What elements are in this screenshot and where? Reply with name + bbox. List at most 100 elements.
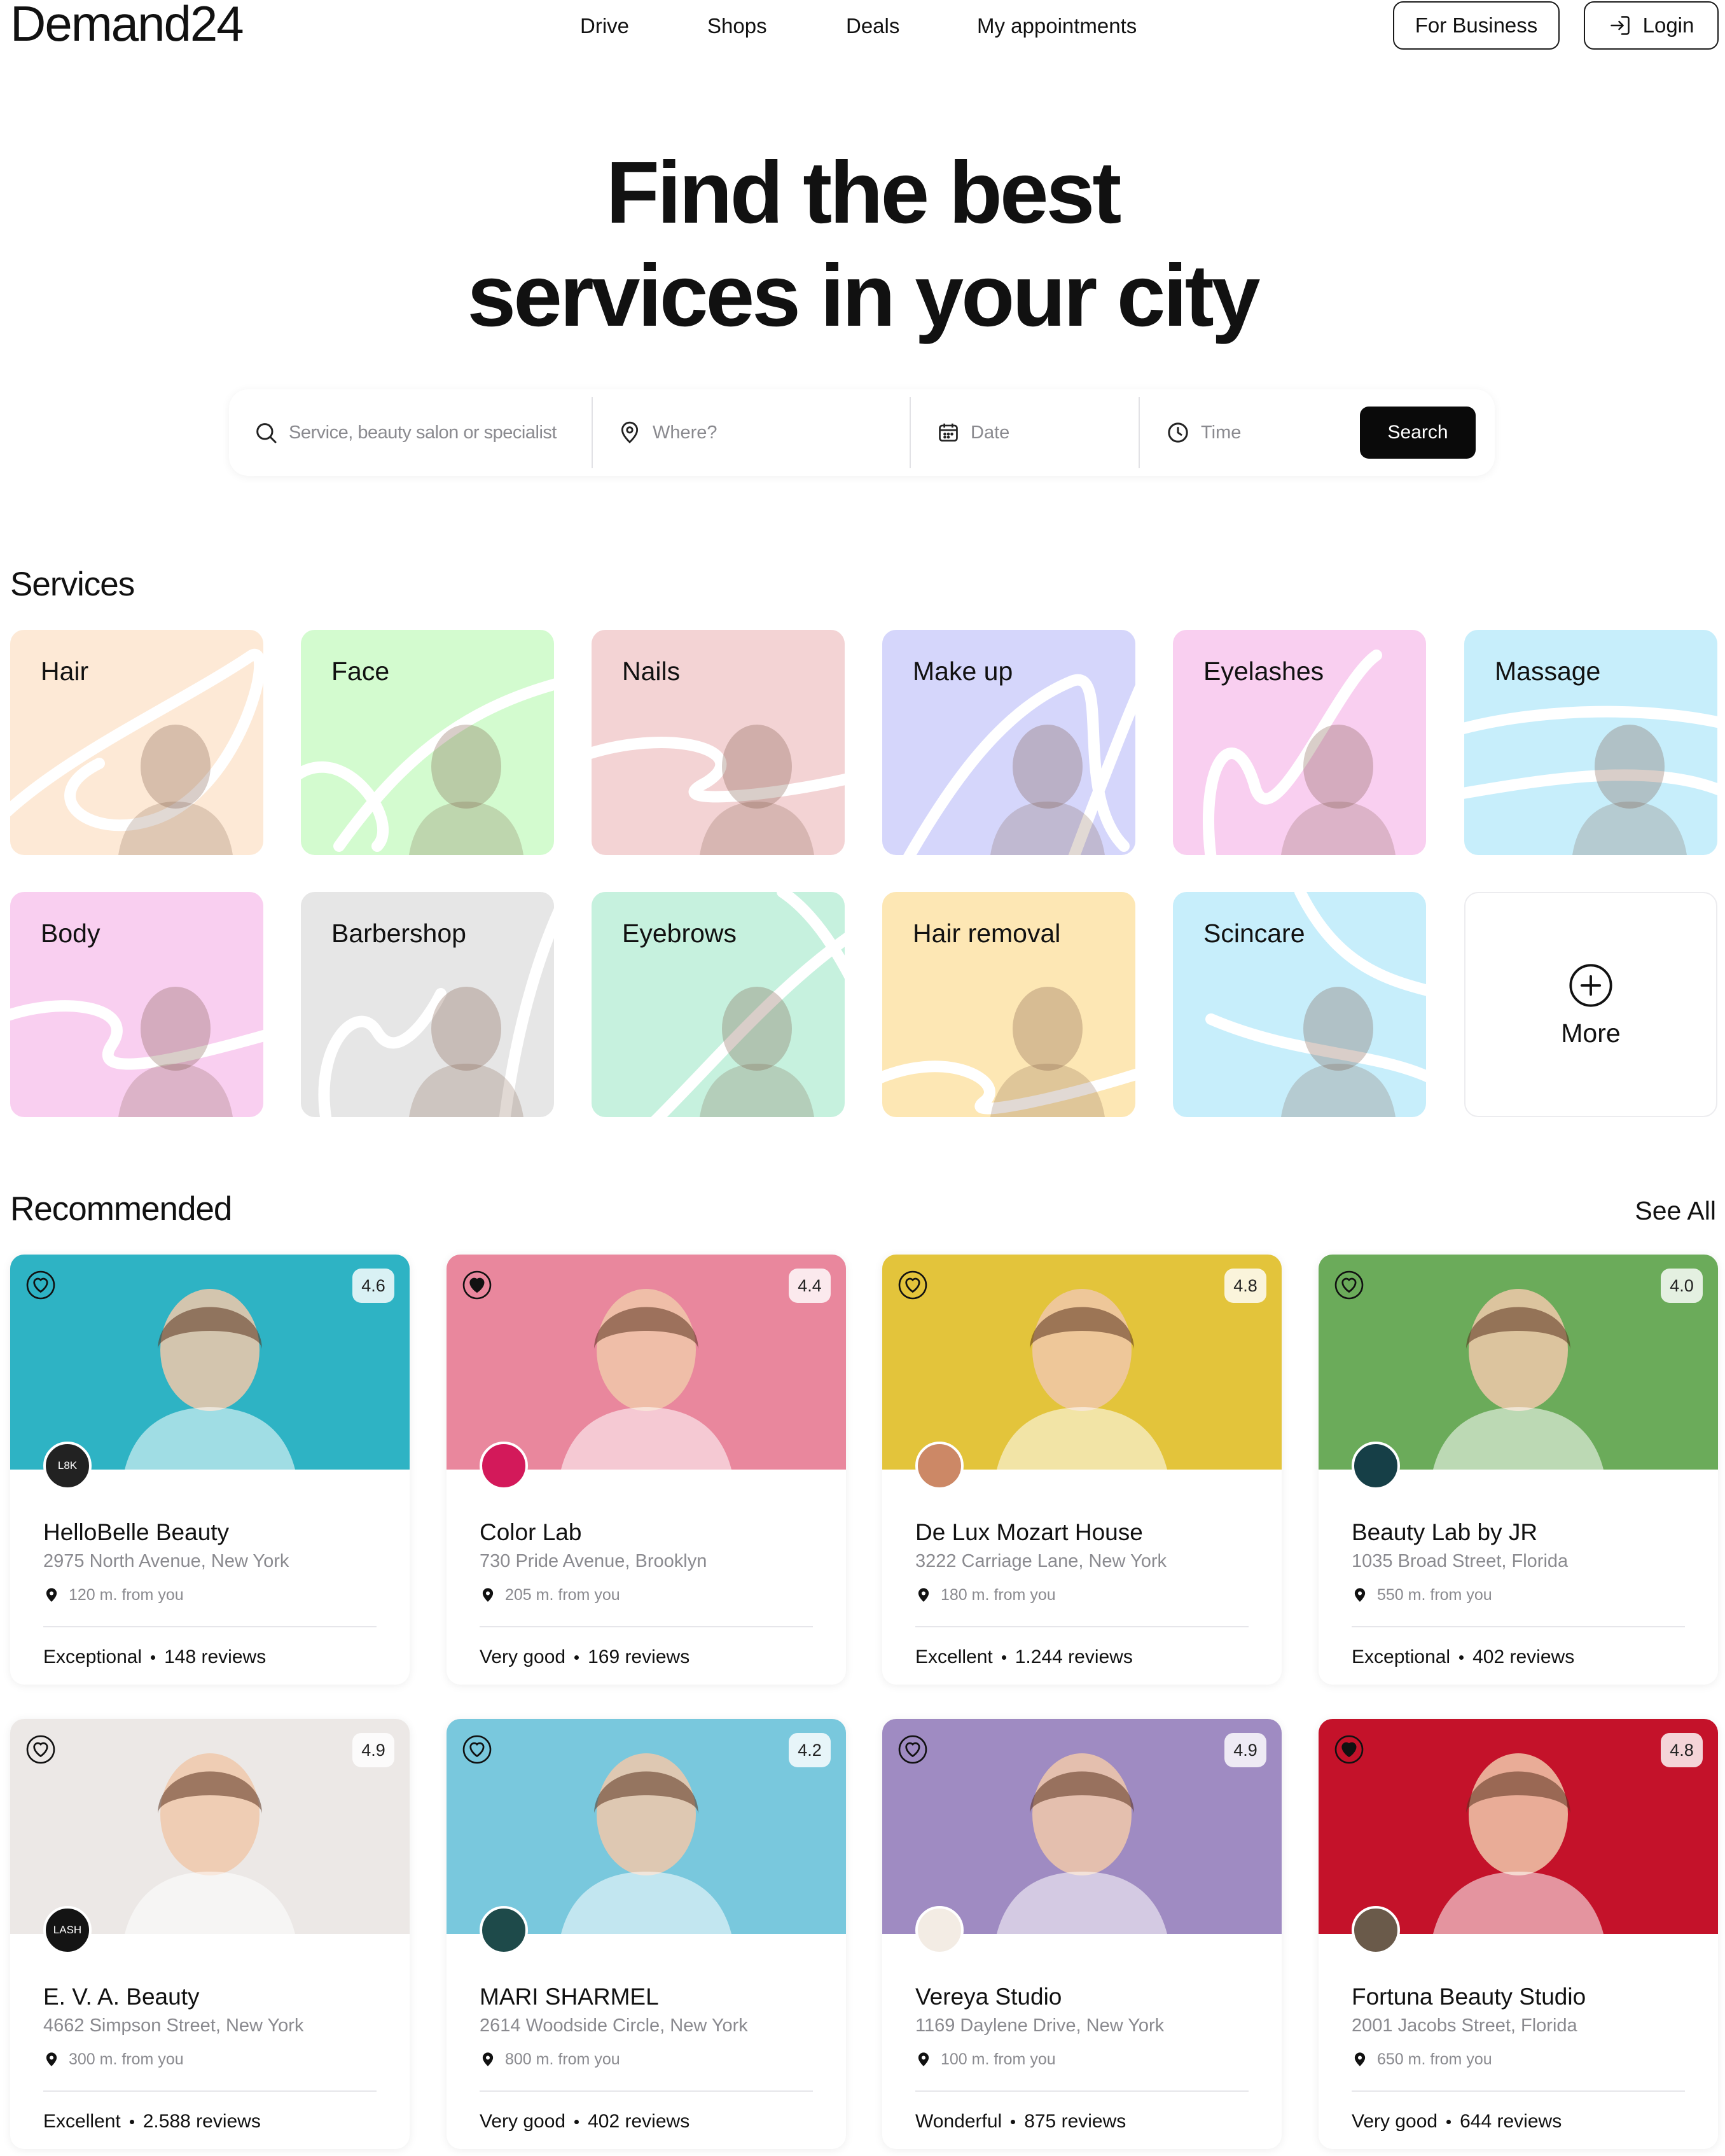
salon-name[interactable]: MARI SHARMEL: [480, 1984, 659, 2010]
salon-name[interactable]: Color Lab: [480, 1519, 581, 1546]
salon-distance: 300 m. from you: [43, 2050, 184, 2069]
review-count[interactable]: 1.244 reviews: [1015, 1646, 1133, 1668]
review-count[interactable]: 2.588 reviews: [143, 2111, 261, 2132]
service-label: Hair: [41, 657, 89, 686]
rating-badge: 4.8: [1224, 1269, 1266, 1303]
service-label: Body: [41, 919, 100, 948]
service-tile-scincare[interactable]: Scincare: [1173, 892, 1426, 1117]
salon-photo[interactable]: [882, 1719, 1282, 1934]
distance-text: 800 m. from you: [505, 2050, 620, 2068]
review-count[interactable]: 875 reviews: [1024, 2111, 1126, 2132]
service-label: Hair removal: [913, 919, 1061, 948]
service-tile-nails[interactable]: Nails: [592, 630, 845, 855]
salon-card[interactable]: 4.8 Fortuna Beauty Studio 2001 Jacobs Stre…: [1319, 1719, 1718, 2149]
salon-photo[interactable]: [10, 1719, 410, 1934]
nav-shops[interactable]: Shops: [707, 14, 767, 38]
salon-card[interactable]: 4.9 Vereya Studio 1169 Daylene Drive, New …: [882, 1719, 1282, 2149]
location-pin-icon: [46, 1588, 57, 1602]
nav-deals[interactable]: Deals: [846, 14, 899, 38]
separator-dot: [1459, 1655, 1464, 1660]
favorite-heart-icon[interactable]: [25, 1270, 56, 1300]
recommended-title: Recommended: [10, 1190, 232, 1228]
favorite-heart-icon[interactable]: [462, 1270, 492, 1300]
location-pin-icon: [621, 421, 639, 443]
service-tile-face[interactable]: Face: [301, 630, 554, 855]
separator-dot: [129, 2119, 134, 2124]
salon-card[interactable]: 4.0 Beauty Lab by JR 1035 Broad Street, Fl…: [1319, 1255, 1718, 1685]
favorite-heart-icon[interactable]: [1334, 1270, 1364, 1300]
favorite-heart-icon[interactable]: [25, 1734, 56, 1765]
salon-photo-image: [1319, 1255, 1718, 1470]
salon-address: 1035 Broad Street, Florida: [1352, 1551, 1569, 1571]
login-label: Login: [1642, 13, 1694, 37]
service-tile-eyelashes[interactable]: Eyelashes: [1173, 630, 1426, 855]
more-services-tile[interactable]: More: [1464, 892, 1717, 1117]
salon-card[interactable]: 4.6 L8K HelloBelle Beauty 2975 North Avenue…: [10, 1255, 410, 1685]
card-divider: [915, 2090, 1249, 2092]
service-tile-barbershop[interactable]: Barbershop: [301, 892, 554, 1117]
salon-name[interactable]: Beauty Lab by JR: [1352, 1519, 1537, 1546]
service-tile-massage[interactable]: Massage: [1464, 630, 1717, 855]
nav-drive[interactable]: Drive: [580, 14, 629, 38]
login-button[interactable]: Login: [1584, 1, 1719, 50]
rating-badge: 4.9: [1224, 1733, 1266, 1767]
rating-text: Very good: [480, 2111, 566, 2132]
search-button[interactable]: Search: [1360, 407, 1476, 459]
salon-photo-image: [447, 1255, 846, 1470]
salon-name[interactable]: Vereya Studio: [915, 1984, 1062, 2010]
favorite-heart-icon[interactable]: [1334, 1734, 1364, 1765]
service-label: Scincare: [1203, 919, 1305, 948]
search-divider: [592, 397, 593, 468]
salon-distance: 205 m. from you: [480, 1585, 620, 1604]
salon-name[interactable]: HelloBelle Beauty: [43, 1519, 229, 1546]
salon-logo: [1352, 1906, 1400, 1954]
salon-photo[interactable]: [447, 1719, 846, 1934]
service-tile-eyebrows[interactable]: Eyebrows: [592, 892, 845, 1117]
card-divider: [1352, 1626, 1685, 1627]
distance-text: 120 m. from you: [69, 1585, 184, 1604]
service-tile-body[interactable]: Body: [10, 892, 263, 1117]
time-field[interactable]: Time: [1165, 389, 1343, 476]
date-placeholder: Date: [971, 422, 1010, 443]
salon-distance: 120 m. from you: [43, 1585, 184, 1604]
service-search-field[interactable]: Service, beauty salon or specialist: [253, 389, 584, 476]
salon-photo[interactable]: [10, 1255, 410, 1470]
see-all-link[interactable]: See All: [1635, 1196, 1716, 1226]
favorite-heart-icon[interactable]: [897, 1734, 928, 1765]
date-field[interactable]: Date: [936, 389, 1140, 476]
service-tile-hair-removal[interactable]: Hair removal: [882, 892, 1135, 1117]
salon-photo-image: [10, 1255, 410, 1470]
review-count[interactable]: 169 reviews: [588, 1646, 689, 1668]
review-count[interactable]: 402 reviews: [1472, 1646, 1574, 1668]
salon-name[interactable]: De Lux Mozart House: [915, 1519, 1143, 1546]
salon-card[interactable]: 4.9 LASH E. V. A. Beauty 4662 Simpson Stree…: [10, 1719, 410, 2149]
salon-address: 2614 Woodside Circle, New York: [480, 2015, 748, 2036]
service-tile-hair[interactable]: Hair: [10, 630, 263, 855]
salon-card[interactable]: 4.2 MARI SHARMEL 2614 Woodside Circle, New…: [447, 1719, 846, 2149]
distance-text: 650 m. from you: [1377, 2050, 1492, 2068]
hero-title: Find the best services in your city: [0, 141, 1725, 347]
salon-name[interactable]: E. V. A. Beauty: [43, 1984, 199, 2010]
review-count[interactable]: 402 reviews: [588, 2111, 689, 2132]
review-count[interactable]: 644 reviews: [1460, 2111, 1562, 2132]
salon-photo[interactable]: [1319, 1719, 1718, 1934]
services-title: Services: [10, 566, 135, 603]
salon-card[interactable]: 4.8 De Lux Mozart House 3222 Carriage Lane…: [882, 1255, 1282, 1685]
service-label: Eyelashes: [1203, 657, 1324, 686]
service-tile-make-up[interactable]: Make up: [882, 630, 1135, 855]
for-business-button[interactable]: For Business: [1393, 1, 1560, 50]
nav-my-appointments[interactable]: My appointments: [977, 14, 1137, 38]
review-count[interactable]: 148 reviews: [164, 1646, 266, 1668]
salon-photo-image: [882, 1255, 1282, 1470]
salon-photo[interactable]: [1319, 1255, 1718, 1470]
separator-dot: [1001, 1655, 1006, 1660]
where-field[interactable]: Where?: [617, 389, 903, 476]
favorite-heart-icon[interactable]: [462, 1734, 492, 1765]
service-label: Eyebrows: [622, 919, 737, 948]
favorite-heart-icon[interactable]: [897, 1270, 928, 1300]
salon-photo[interactable]: [882, 1255, 1282, 1470]
rating-text: Exceptional: [1352, 1646, 1451, 1667]
salon-name[interactable]: Fortuna Beauty Studio: [1352, 1984, 1586, 2010]
salon-card[interactable]: 4.4 Color Lab 730 Pride Avenue, Brooklyn 20…: [447, 1255, 846, 1685]
salon-photo[interactable]: [447, 1255, 846, 1470]
